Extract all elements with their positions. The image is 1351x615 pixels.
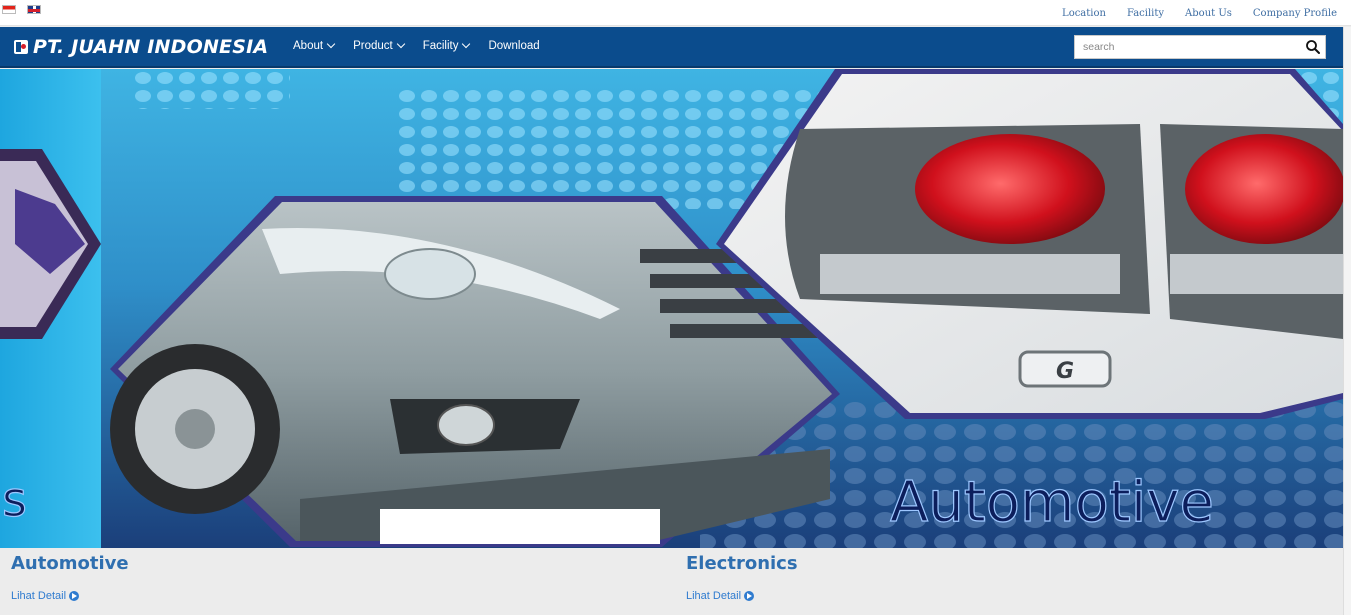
page-scrollbar[interactable] [1343, 27, 1351, 615]
search-box [1074, 35, 1326, 59]
menu-item-label: About [293, 40, 324, 52]
main-navbar: PT. JUAHN INDONESIA About Product Facili… [0, 27, 1343, 68]
chevron-down-icon [396, 39, 405, 49]
hero-illustration: G Automotive s [0, 69, 1343, 548]
top-utility-bar: Location Facility About Us Company Profi… [0, 0, 1351, 26]
top-link-location[interactable]: Location [1062, 8, 1106, 19]
category-electronics: Electronics Lihat Detail [686, 553, 798, 602]
chevron-down-icon [462, 39, 471, 49]
logo-icon [14, 40, 28, 54]
menu-item-product[interactable]: Product [353, 39, 405, 52]
menu-item-about[interactable]: About [293, 39, 336, 52]
logo[interactable]: PT. JUAHN INDONESIA [14, 36, 268, 58]
menu-item-label: Facility [422, 40, 459, 52]
menu-item-download[interactable]: Download [488, 40, 539, 52]
category-title: Electronics [686, 553, 798, 574]
page: Location Facility About Us Company Profi… [0, 0, 1351, 615]
top-links: Location Facility About Us Company Profi… [1041, 8, 1337, 19]
hero-banner: G Automotive s [0, 69, 1343, 548]
detail-link-label: Lihat Detail [11, 590, 67, 602]
top-link-about-us[interactable]: About Us [1185, 8, 1232, 19]
logo-text: PT. JUAHN INDONESIA [33, 36, 269, 58]
flag-uk-icon[interactable] [27, 5, 41, 14]
flag-indonesia-icon[interactable] [2, 5, 16, 14]
svg-text:G: G [1056, 359, 1074, 384]
top-link-facility[interactable]: Facility [1127, 8, 1164, 19]
chevron-down-icon [326, 39, 336, 49]
category-title: Automotive [11, 553, 129, 574]
top-link-company-profile[interactable]: Company Profile [1253, 8, 1337, 19]
arrow-circle-icon [744, 591, 755, 601]
hero-caption-fragment: s [2, 472, 27, 528]
menu-item-label: Product [353, 40, 393, 52]
detail-link-electronics[interactable]: Lihat Detail [686, 590, 798, 602]
search-icon[interactable] [1305, 39, 1321, 55]
arrow-circle-icon [69, 591, 80, 601]
search-input[interactable] [1075, 36, 1301, 58]
menu-item-facility[interactable]: Facility [422, 39, 471, 52]
hero-caption: Automotive [890, 470, 1214, 535]
category-automotive: Automotive Lihat Detail [11, 553, 129, 602]
menu-item-label: Download [488, 40, 540, 52]
main-menu: About Product Facility Download [293, 39, 559, 52]
detail-link-label: Lihat Detail [686, 590, 742, 602]
detail-link-automotive[interactable]: Lihat Detail [11, 590, 129, 602]
